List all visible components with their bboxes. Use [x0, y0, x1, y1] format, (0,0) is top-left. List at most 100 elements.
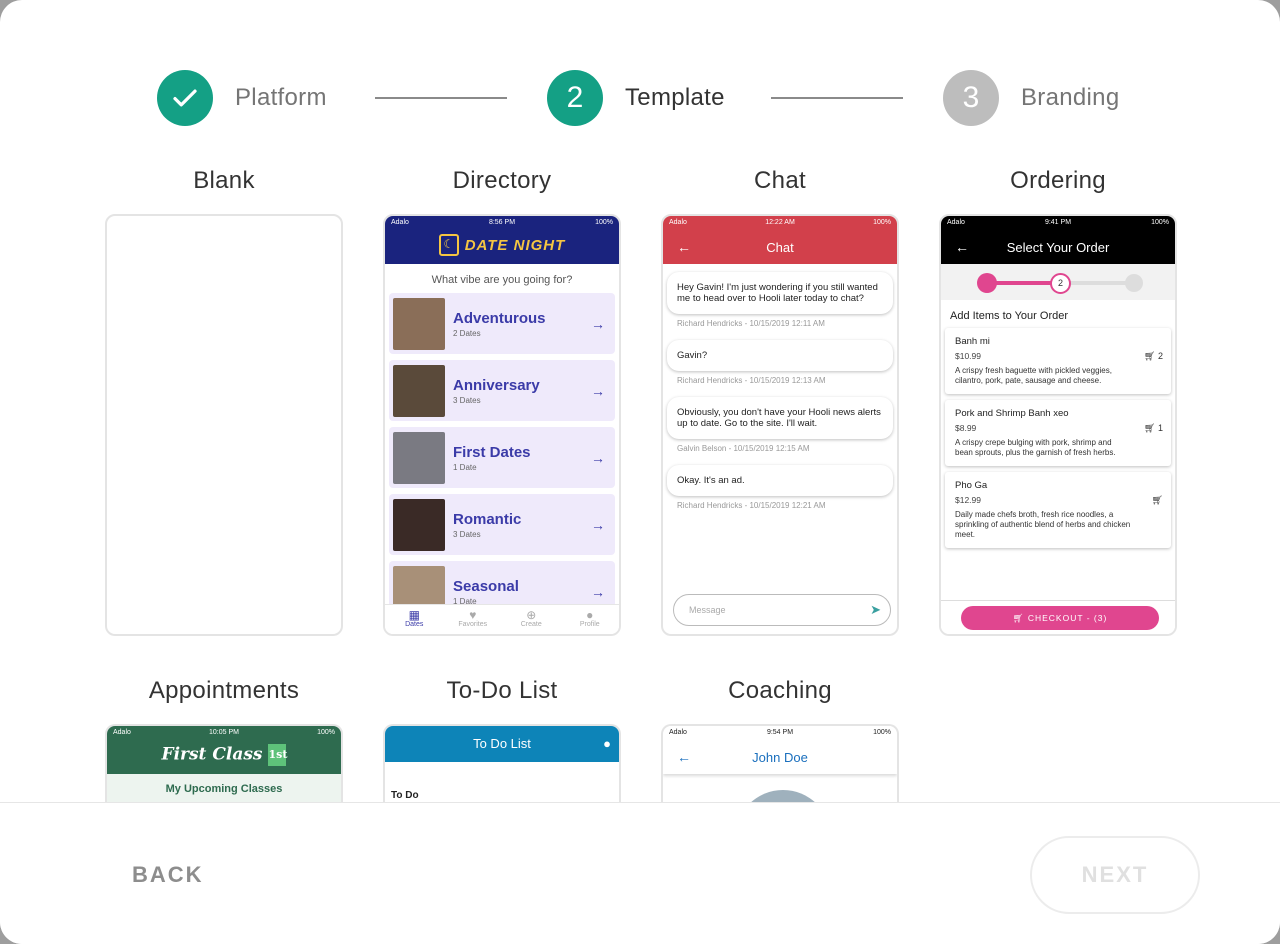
arrow-left-icon: ←: [677, 239, 691, 255]
cart-icon: 🛒︎: [1144, 351, 1156, 361]
item-thumbnail: [393, 364, 445, 417]
item-description: Daily made chefs broth, fresh rice noodl…: [955, 510, 1131, 539]
progress-step-1: [977, 273, 997, 293]
order-item-list: Banh mi $10.99 A crispy fresh baguette wit…: [941, 328, 1175, 548]
template-blank[interactable]: Blank: [105, 166, 343, 636]
time: 8:56 PM: [488, 218, 516, 226]
tab-favorites: ♥ Favorites: [444, 605, 503, 634]
calendar-moon-icon: ☾: [438, 234, 459, 256]
status-bar: Adalo 10:05 PM 100%: [107, 726, 341, 738]
brand-name: DATE NIGHT: [464, 236, 566, 254]
item-description: A crispy crepe bulging with pork, shrimp…: [955, 438, 1116, 457]
cart-icon: 🛒︎: [1144, 423, 1156, 433]
message-meta: Galvin Belson - 10/15/2019 12:15 AM: [677, 444, 810, 453]
battery: 100%: [595, 218, 613, 226]
step-connector: [375, 97, 507, 99]
add-circle-icon: ⊕: [526, 608, 537, 622]
template-card-todo[interactable]: To Do List ● To Do: [383, 724, 621, 802]
message-input: Message ➤: [673, 594, 891, 626]
app-logo: ☾ DATE NIGHT: [385, 234, 619, 256]
cart-icon: 🛒︎: [1012, 613, 1028, 623]
next-button[interactable]: NEXT: [1030, 836, 1200, 914]
item-count: 3 Dates: [453, 529, 481, 539]
app-title: John Doe: [752, 749, 808, 765]
template-title: Chat: [754, 167, 806, 194]
arrow-right-icon: →: [591, 315, 605, 332]
item-quantity: 1: [1157, 423, 1163, 433]
app-header: Adalo 9:54 PM 100% ← John Doe: [663, 726, 897, 774]
heart-icon: ♥: [469, 608, 477, 622]
arrow-left-icon: ←: [955, 239, 969, 255]
item-name: Banh mi: [955, 336, 990, 347]
battery: 100%: [873, 218, 891, 226]
step-label: Branding: [1021, 84, 1120, 111]
subheader: My Upcoming Classes: [107, 774, 341, 802]
template-card-appointments[interactable]: Adalo 10:05 PM 100% First Class 1st My Up…: [105, 724, 343, 802]
order-item-card: Banh mi $10.99 A crispy fresh baguette wit…: [945, 328, 1171, 394]
template-ordering[interactable]: Ordering Adalo 9:41 PM 100% ← Select You…: [939, 166, 1177, 636]
step-number-circle: 3: [943, 70, 999, 126]
directory-list-item: First Dates 1 Date →: [389, 427, 615, 488]
app-bar: ← John Doe: [663, 746, 897, 768]
arrow-right-icon: →: [591, 449, 605, 466]
item-name: First Dates: [453, 443, 531, 461]
template-card-ordering[interactable]: Adalo 9:41 PM 100% ← Select Your Order 2: [939, 214, 1177, 636]
template-chat[interactable]: Chat Adalo 12:22 AM 100% ← Chat Hey Gavi…: [661, 166, 899, 636]
message-bubble: Gavin?: [667, 340, 893, 371]
template-card-chat[interactable]: Adalo 12:22 AM 100% ← Chat Hey Gavin! I'…: [661, 214, 899, 636]
add-to-cart-control: 🛒︎ 2: [1144, 351, 1163, 362]
account-icon: ●: [603, 736, 611, 751]
directory-list: Adventurous 2 Dates → Anniversary 3 Dates → Fi…: [385, 293, 619, 622]
step-platform: Platform: [157, 70, 327, 126]
item-thumbnail: [393, 498, 445, 551]
item-name: Romantic: [453, 510, 522, 528]
carrier: Adalo: [947, 218, 965, 226]
battery: 100%: [1151, 218, 1169, 226]
template-picker-modal: Platform 2 Template 3 Branding Blank Dir…: [0, 0, 1280, 944]
app-header: Adalo 9:41 PM 100% ← Select Your Order: [941, 216, 1175, 264]
step-connector: [771, 97, 903, 99]
tab-create: ⊕ Create: [502, 605, 561, 634]
tab-profile: ● Profile: [561, 605, 620, 634]
back-button[interactable]: BACK: [132, 862, 204, 888]
section-heading: To Do: [391, 790, 419, 801]
step-done-circle: [157, 70, 213, 126]
item-name: Pho Ga: [955, 480, 988, 491]
template-title: Coaching: [728, 677, 832, 704]
checkout-button: 🛒︎ CHECKOUT - (3): [961, 606, 1159, 630]
calendar-icon: ▦: [408, 608, 420, 622]
check-icon: [173, 89, 197, 107]
message-meta: Richard Hendricks - 10/15/2019 12:13 AM: [677, 376, 826, 385]
template-card-blank[interactable]: [105, 214, 343, 636]
status-bar: Adalo 8:56 PM 100%: [385, 216, 619, 228]
item-count: 1 Date: [453, 462, 477, 472]
item-name: Adventurous: [453, 309, 546, 327]
message-bubble: Obviously, you don't have your Hooli new…: [667, 397, 893, 439]
arrow-right-icon: →: [591, 382, 605, 399]
template-directory[interactable]: Directory Adalo 8:56 PM 100% ☾ DATE NIGH…: [383, 166, 621, 636]
status-bar: Adalo 9:41 PM 100%: [941, 216, 1175, 228]
time: 9:54 PM: [766, 728, 794, 736]
carrier: Adalo: [669, 218, 687, 226]
step-branding: 3 Branding: [943, 70, 1119, 126]
send-icon: ➤: [870, 602, 881, 617]
logo-badge: 1st: [268, 744, 287, 766]
order-progress: 2: [941, 264, 1175, 300]
progress-step-2: 2: [1050, 273, 1071, 294]
app-header: Adalo 10:05 PM 100% First Class 1st: [107, 726, 341, 774]
template-card-directory[interactable]: Adalo 8:56 PM 100% ☾ DATE NIGHT What vib…: [383, 214, 621, 636]
bottom-tab-bar: ▦ Dates ♥ Favorites ⊕ Create ● Profile: [385, 604, 619, 634]
app-title: To Do List: [473, 736, 531, 751]
directory-list-item: Anniversary 3 Dates →: [389, 360, 615, 421]
modal-footer: BACK NEXT: [0, 802, 1280, 944]
time: 9:41 PM: [1044, 218, 1072, 226]
template-card-coaching[interactable]: Adalo 9:54 PM 100% ← John Doe: [661, 724, 899, 802]
progress-step-3: [1125, 274, 1143, 292]
template-title: Ordering: [1010, 167, 1106, 194]
template-title: Blank: [193, 167, 255, 194]
order-item-card: Pho Ga $12.99 Daily made chefs broth, fres…: [945, 472, 1171, 548]
directory-list-item: Romantic 3 Dates →: [389, 494, 615, 555]
item-price: $10.99: [955, 351, 981, 361]
message-bubble: Hey Gavin! I'm just wondering if you sti…: [667, 272, 893, 314]
app-bar: ← Select Your Order: [941, 236, 1175, 258]
